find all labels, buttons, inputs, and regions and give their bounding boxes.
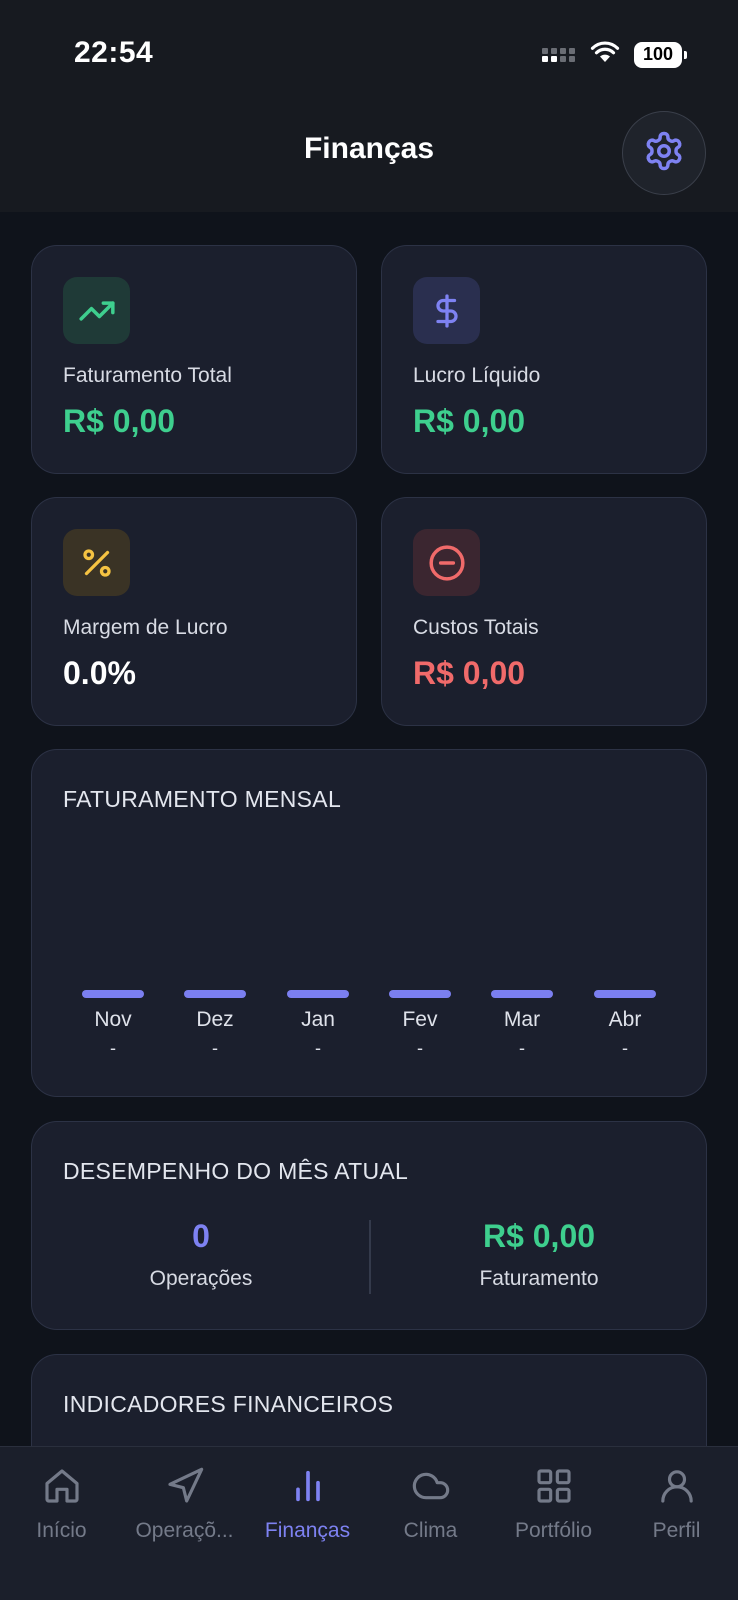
stat-value: R$ 0,00 xyxy=(63,403,176,439)
battery-icon: 100 xyxy=(634,41,687,68)
cellular-signal-icon xyxy=(542,47,576,63)
bottom-navigation: Início Operaçõ... Finanças Clima Portfól… xyxy=(0,1446,738,1600)
month-label: Dez xyxy=(196,1008,234,1031)
month-value: - xyxy=(110,1038,116,1058)
stat-card-revenue[interactable]: Faturamento Total R$ 0,00 xyxy=(31,245,357,474)
nav-item-weather[interactable]: Clima xyxy=(369,1447,492,1557)
cloud-icon xyxy=(410,1465,452,1507)
month-label: Jan xyxy=(301,1008,335,1031)
month-value: - xyxy=(622,1038,628,1058)
user-icon xyxy=(656,1465,698,1507)
current-month-performance-card: DESEMPENHO DO MÊS ATUAL 0 Operações R$ 0… xyxy=(31,1121,707,1330)
finance-screen: 22:54 100 Finanças Faturamento Total R$ … xyxy=(0,0,738,1600)
nav-item-portfolio[interactable]: Portfólio xyxy=(492,1447,615,1557)
home-icon xyxy=(41,1465,83,1507)
nav-item-home[interactable]: Início xyxy=(0,1447,123,1557)
gear-icon xyxy=(643,130,685,177)
month-value: - xyxy=(315,1038,321,1058)
stat-label: Custos Totais xyxy=(413,616,539,639)
stat-card-profit-margin[interactable]: Margem de Lucro 0.0% xyxy=(31,497,357,726)
grid-icon xyxy=(533,1465,575,1507)
operations-count: 0 xyxy=(192,1218,210,1254)
stat-value: R$ 0,00 xyxy=(413,655,526,691)
revenue-value: R$ 0,00 xyxy=(482,1218,596,1254)
month-value: - xyxy=(519,1038,525,1058)
month-label: Abr xyxy=(608,1008,642,1031)
month-bar xyxy=(82,990,144,998)
trending-up-icon xyxy=(63,277,130,344)
battery-level: 100 xyxy=(642,44,674,64)
stat-card-total-costs[interactable]: Custos Totais R$ 0,00 xyxy=(381,497,707,726)
stat-label: Lucro Líquido xyxy=(413,364,541,387)
nav-item-profile[interactable]: Perfil xyxy=(615,1447,738,1557)
bar-chart-icon xyxy=(287,1465,329,1507)
revenue-label: Faturamento xyxy=(479,1267,599,1290)
stat-value: R$ 0,00 xyxy=(413,403,526,439)
stat-value: 0.0% xyxy=(63,655,136,691)
wifi-icon xyxy=(590,40,620,69)
month-bar xyxy=(389,990,451,998)
nav-label: Finanças xyxy=(264,1519,351,1542)
revenue-metric: R$ 0,00 Faturamento xyxy=(370,1218,708,1291)
month-label: Mar xyxy=(503,1008,541,1031)
month-label: Nov xyxy=(94,1008,132,1031)
month-bar xyxy=(594,990,656,998)
month-bar xyxy=(184,990,246,998)
settings-button[interactable] xyxy=(622,111,706,195)
nav-label: Clima xyxy=(403,1519,458,1542)
operations-metric: 0 Operações xyxy=(32,1218,370,1291)
operations-label: Operações xyxy=(149,1267,253,1290)
stat-label: Faturamento Total xyxy=(63,364,232,387)
month-label: Fev xyxy=(402,1008,438,1031)
status-time: 22:54 xyxy=(74,36,154,69)
month-bar xyxy=(491,990,553,998)
minus-circle-icon xyxy=(413,529,480,596)
section-title: DESEMPENHO DO MÊS ATUAL xyxy=(63,1158,409,1184)
nav-label: Perfil xyxy=(652,1519,701,1542)
month-bar xyxy=(287,990,349,998)
top-bar: 22:54 100 Finanças xyxy=(0,0,738,212)
month-value: - xyxy=(212,1038,218,1058)
nav-label: Início xyxy=(36,1519,87,1542)
navigation-icon xyxy=(164,1465,206,1507)
status-icons: 100 xyxy=(542,40,687,69)
month-value: - xyxy=(417,1038,423,1058)
nav-item-finances[interactable]: Finanças xyxy=(246,1447,369,1557)
dollar-icon xyxy=(413,277,480,344)
section-title: INDICADORES FINANCEIROS xyxy=(63,1391,394,1417)
percent-icon xyxy=(63,529,130,596)
nav-label: Operaçõ... xyxy=(135,1519,234,1542)
stat-card-net-profit[interactable]: Lucro Líquido R$ 0,00 xyxy=(381,245,707,474)
nav-label: Portfólio xyxy=(514,1519,593,1542)
monthly-revenue-card: FATURAMENTO MENSAL Nov - Dez - Jan - Fev… xyxy=(31,749,707,1097)
nav-item-operations[interactable]: Operaçõ... xyxy=(123,1447,246,1557)
stat-label: Margem de Lucro xyxy=(63,616,228,639)
monthly-bar-chart: Nov - Dez - Jan - Fev - Mar - Abr - xyxy=(32,750,708,1098)
